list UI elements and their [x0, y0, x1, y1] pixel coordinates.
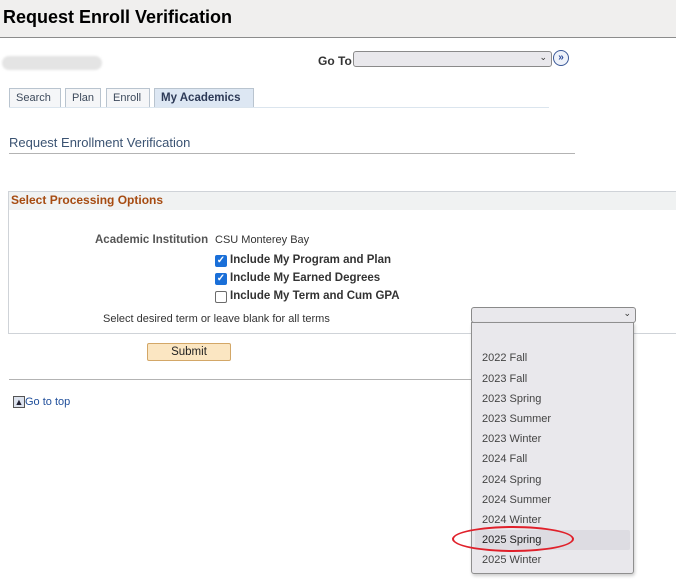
checkbox-label: Include My Program and Plan: [230, 254, 392, 266]
term-option[interactable]: 2024 Winter: [482, 514, 541, 526]
go-to-top-link[interactable]: ▲ Go to top: [13, 396, 70, 408]
term-option[interactable]: 2022 Fall: [482, 352, 527, 364]
checkbox-checked-icon[interactable]: ✓: [215, 273, 227, 285]
group-header: Select Processing Options: [9, 192, 676, 210]
tab-search[interactable]: Search: [9, 88, 61, 108]
bottom-divider: [9, 379, 479, 380]
goto-label: Go To: [318, 54, 352, 68]
checkbox-label: Include My Earned Degrees: [230, 272, 381, 284]
tab-my-academics[interactable]: My Academics: [154, 88, 254, 108]
red-annotation-ellipse: [452, 526, 574, 552]
term-option[interactable]: 2025 Winter: [482, 554, 541, 566]
term-option[interactable]: 2023 Winter: [482, 433, 541, 445]
tab-label: Plan: [72, 92, 95, 104]
checkbox-checked-icon[interactable]: ✓: [215, 255, 227, 267]
tab-label: Search: [16, 92, 51, 104]
term-option[interactable]: 2024 Fall: [482, 453, 527, 465]
tab-label: Enroll: [113, 92, 142, 104]
go-to-top-label[interactable]: Go to top: [25, 396, 70, 408]
term-option[interactable]: 2024 Summer: [482, 494, 551, 506]
tab-plan[interactable]: Plan: [65, 88, 101, 108]
page-title: Request Enroll Verification: [3, 7, 233, 27]
double-chevron-right-icon[interactable]: »: [553, 50, 569, 66]
institution-value: CSU Monterey Bay: [215, 234, 310, 246]
title-bar: Request Enroll Verification: [0, 0, 676, 38]
redacted-user-name: [2, 56, 102, 70]
tab-enroll[interactable]: Enroll: [106, 88, 150, 108]
chevron-down-icon: ⌄: [539, 52, 547, 62]
institution-label: Academic Institution: [95, 234, 209, 246]
term-option[interactable]: 2024 Spring: [482, 474, 541, 486]
goto-select[interactable]: ⌄: [353, 51, 552, 67]
term-label: Select desired term or leave blank for a…: [103, 313, 330, 325]
checkbox-unchecked-icon[interactable]: [215, 291, 227, 303]
chevron-down-icon: ⌄: [623, 308, 631, 318]
term-option[interactable]: 2023 Spring: [482, 393, 541, 405]
term-option[interactable]: 2023 Summer: [482, 413, 551, 425]
group-title: Select Processing Options: [11, 193, 164, 207]
term-select[interactable]: ⌄: [471, 307, 636, 323]
checkbox-label: Include My Term and Cum GPA: [230, 290, 400, 302]
subtitle-divider: [9, 153, 575, 154]
arrow-up-to-top-icon: ▲: [13, 396, 25, 408]
tab-divider: [9, 107, 549, 108]
page-subtitle: Request Enrollment Verification: [9, 135, 191, 150]
tab-label: My Academics: [161, 92, 241, 104]
term-option[interactable]: 2023 Fall: [482, 373, 527, 385]
submit-button[interactable]: Submit: [147, 343, 231, 361]
